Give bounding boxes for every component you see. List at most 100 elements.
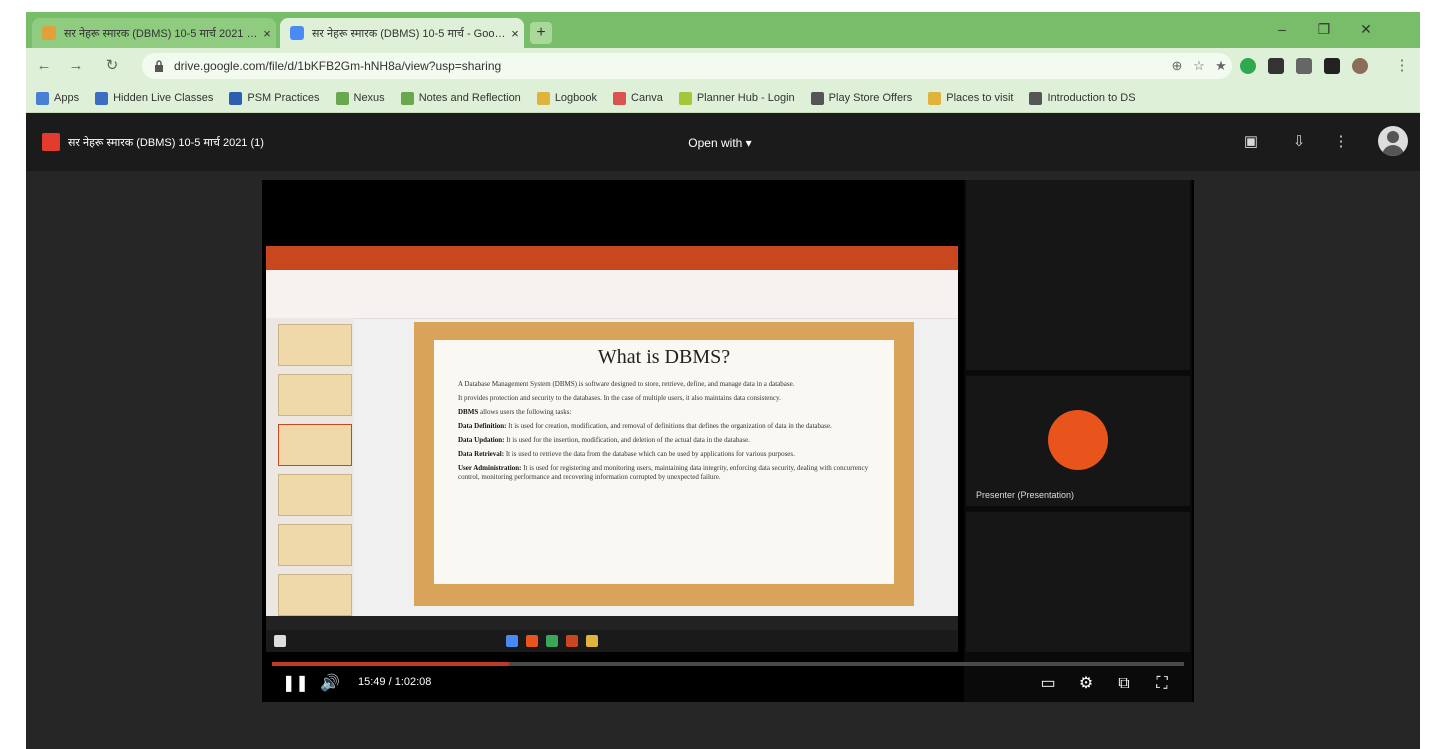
browser-toolbar: ← → ↻ drive.google.com/file/d/1bKFB2Gm-h… <box>26 48 1420 84</box>
powerpoint-statusbar <box>266 616 958 630</box>
bullet-bold: User Administration: <box>458 464 522 472</box>
powerpoint-ribbon <box>266 270 958 319</box>
bookmark-label: PSM Practices <box>247 92 320 104</box>
bookmark-item[interactable]: Logbook <box>536 91 598 105</box>
bullet-item: Data Definition: It is used for creation… <box>458 422 878 431</box>
captions-button[interactable]: ▭ <box>1036 672 1060 696</box>
bookmark-label: Canva <box>631 92 663 104</box>
participant-tile: Presenter (Presentation) <box>966 376 1190 506</box>
new-tab-button[interactable]: + <box>530 22 552 44</box>
browser-tab-1[interactable]: सर नेहरू स्मारक (DBMS) 10-5 मार्च 2021 |… <box>32 18 276 48</box>
bookmark-item[interactable]: Canva <box>613 91 663 105</box>
share-icon[interactable]: ☆ <box>1188 58 1210 74</box>
close-tab-icon[interactable]: × <box>506 26 524 41</box>
profile-icon[interactable] <box>1352 58 1368 74</box>
bullet-text: It provides protection and security to t… <box>458 394 781 402</box>
bookmark-apps[interactable]: Apps <box>36 91 80 105</box>
bookmark-item[interactable]: Hidden Live Classes <box>95 91 213 105</box>
taskbar-app-icon <box>546 635 558 647</box>
bookmark-label: Play Store Offers <box>828 92 913 104</box>
slide-title: What is DBMS? <box>597 346 731 368</box>
back-button[interactable]: ← <box>34 56 54 76</box>
bookmarks-bar: Apps Hidden Live Classes PSM Practices N… <box>26 84 1420 113</box>
download-icon[interactable]: ⇩ <box>1288 131 1310 153</box>
extension-box-icon[interactable] <box>1324 58 1340 74</box>
start-icon <box>274 635 286 647</box>
bookmark-item[interactable]: Introduction to DS <box>1029 91 1136 105</box>
slide-canvas: What is DBMS? A Database Management Syst… <box>414 322 914 606</box>
volume-button[interactable]: 🔊 <box>318 672 342 696</box>
apps-grid-icon <box>36 91 49 105</box>
bookmark-star-icon[interactable]: ★ <box>1210 58 1232 74</box>
slide-thumbnail <box>278 574 352 616</box>
bullet-text: allows users the following tasks: <box>479 408 572 416</box>
video-player[interactable]: What is DBMS? A Database Management Syst… <box>262 180 1194 702</box>
participant-name: Presenter (Presentation) <box>976 490 1075 500</box>
bookmark-item[interactable]: Planner Hub - Login <box>678 91 795 105</box>
fullscreen-button[interactable]: ⛶ <box>1150 672 1174 696</box>
install-icon[interactable]: ⊕ <box>1166 58 1188 74</box>
bullet-item: Data Updation: It is used for the insert… <box>458 436 878 445</box>
bookmark-favicon-icon <box>335 91 349 105</box>
participant-avatar <box>1048 410 1108 470</box>
forward-button[interactable]: → <box>66 56 86 76</box>
maximize-button[interactable]: ❐ <box>1306 18 1342 40</box>
taskbar-app-icon <box>566 635 578 647</box>
taskbar-app-icon <box>586 635 598 647</box>
video-time: 15:49 / 1:02:08 <box>358 676 432 688</box>
bookmark-label: Notes and Reflection <box>418 92 521 104</box>
minimize-button[interactable]: – <box>1264 18 1300 40</box>
browser-menu-icon[interactable]: ⋮ <box>1392 56 1412 76</box>
bullet-item: Data Retrieval: It is used to retrieve t… <box>458 450 878 459</box>
drive-favicon-icon <box>42 26 56 40</box>
bookmark-label: Logbook <box>554 92 598 104</box>
video-file-icon <box>42 133 60 151</box>
tab-title: सर नेहरू स्मारक (DBMS) 10-5 मार्च - Goog… <box>312 27 506 40</box>
drive-favicon-icon <box>290 26 304 40</box>
slide: What is DBMS? A Database Management Syst… <box>434 340 894 584</box>
bookmark-item[interactable]: Play Store Offers <box>810 91 913 105</box>
bookmark-favicon-icon <box>229 91 243 105</box>
settings-button[interactable]: ⚙ <box>1074 672 1098 696</box>
bullet-text: It is used to retrieve the data from the… <box>505 450 795 458</box>
slide-thumbnail <box>278 324 352 366</box>
close-window-button[interactable]: ✕ <box>1348 18 1384 40</box>
close-tab-icon[interactable]: × <box>258 26 276 41</box>
bookmark-label: Nexus <box>353 92 385 104</box>
bookmark-label: Planner Hub - Login <box>696 92 795 104</box>
bookmark-favicon-icon <box>928 91 942 105</box>
taskbar-app-icon <box>526 635 538 647</box>
add-shortcut-icon[interactable]: ▣ <box>1240 131 1262 153</box>
bookmark-item[interactable]: Places to visit <box>928 91 1013 105</box>
bullet-text: It is used for the insertion, modificati… <box>506 436 750 444</box>
bookmark-item[interactable]: PSM Practices <box>229 91 320 105</box>
miniplayer-button[interactable]: ⧉ <box>1112 672 1136 696</box>
more-options-icon[interactable]: ⋮ <box>1330 131 1352 153</box>
participant-tile-empty <box>966 512 1190 652</box>
tab-title: सर नेहरू स्मारक (DBMS) 10-5 मार्च 2021 |… <box>64 27 258 40</box>
extension-grid-icon[interactable] <box>1296 58 1312 74</box>
bookmark-favicon-icon <box>810 91 824 105</box>
video-progress-bar[interactable] <box>272 662 1184 666</box>
bookmark-label: Apps <box>54 92 80 104</box>
open-with-label: Open with <box>688 136 743 150</box>
open-with-button[interactable]: Open with ▾ <box>674 130 766 156</box>
extension-arrow-icon[interactable] <box>1268 58 1284 74</box>
bookmark-item[interactable]: Notes and Reflection <box>400 91 521 105</box>
bookmark-favicon-icon <box>678 91 692 105</box>
slide-thumbnail <box>278 474 352 516</box>
bookmark-item[interactable]: Nexus <box>335 91 385 105</box>
bullet-bold: DBMS <box>458 408 479 416</box>
reload-button[interactable]: ↻ <box>102 56 122 76</box>
pause-button[interactable]: ❚❚ <box>282 672 309 696</box>
participants-panel: Presenter (Presentation) <box>964 180 1192 702</box>
account-avatar[interactable] <box>1378 126 1408 156</box>
browser-tab-2[interactable]: सर नेहरू स्मारक (DBMS) 10-5 मार्च - Goog… <box>280 18 524 48</box>
slide-thumbnail <box>278 424 352 466</box>
extension-green-icon[interactable] <box>1240 58 1256 74</box>
tab-bar: सर नेहरू स्मारक (DBMS) 10-5 मार्च 2021 |… <box>26 12 1420 48</box>
bullet-bold: Data Updation: <box>458 436 505 444</box>
bookmark-label: Introduction to DS <box>1047 92 1136 104</box>
shared-screen: What is DBMS? A Database Management Syst… <box>266 246 958 630</box>
address-bar[interactable]: drive.google.com/file/d/1bKFB2Gm-hNH8a/v… <box>142 53 1232 79</box>
